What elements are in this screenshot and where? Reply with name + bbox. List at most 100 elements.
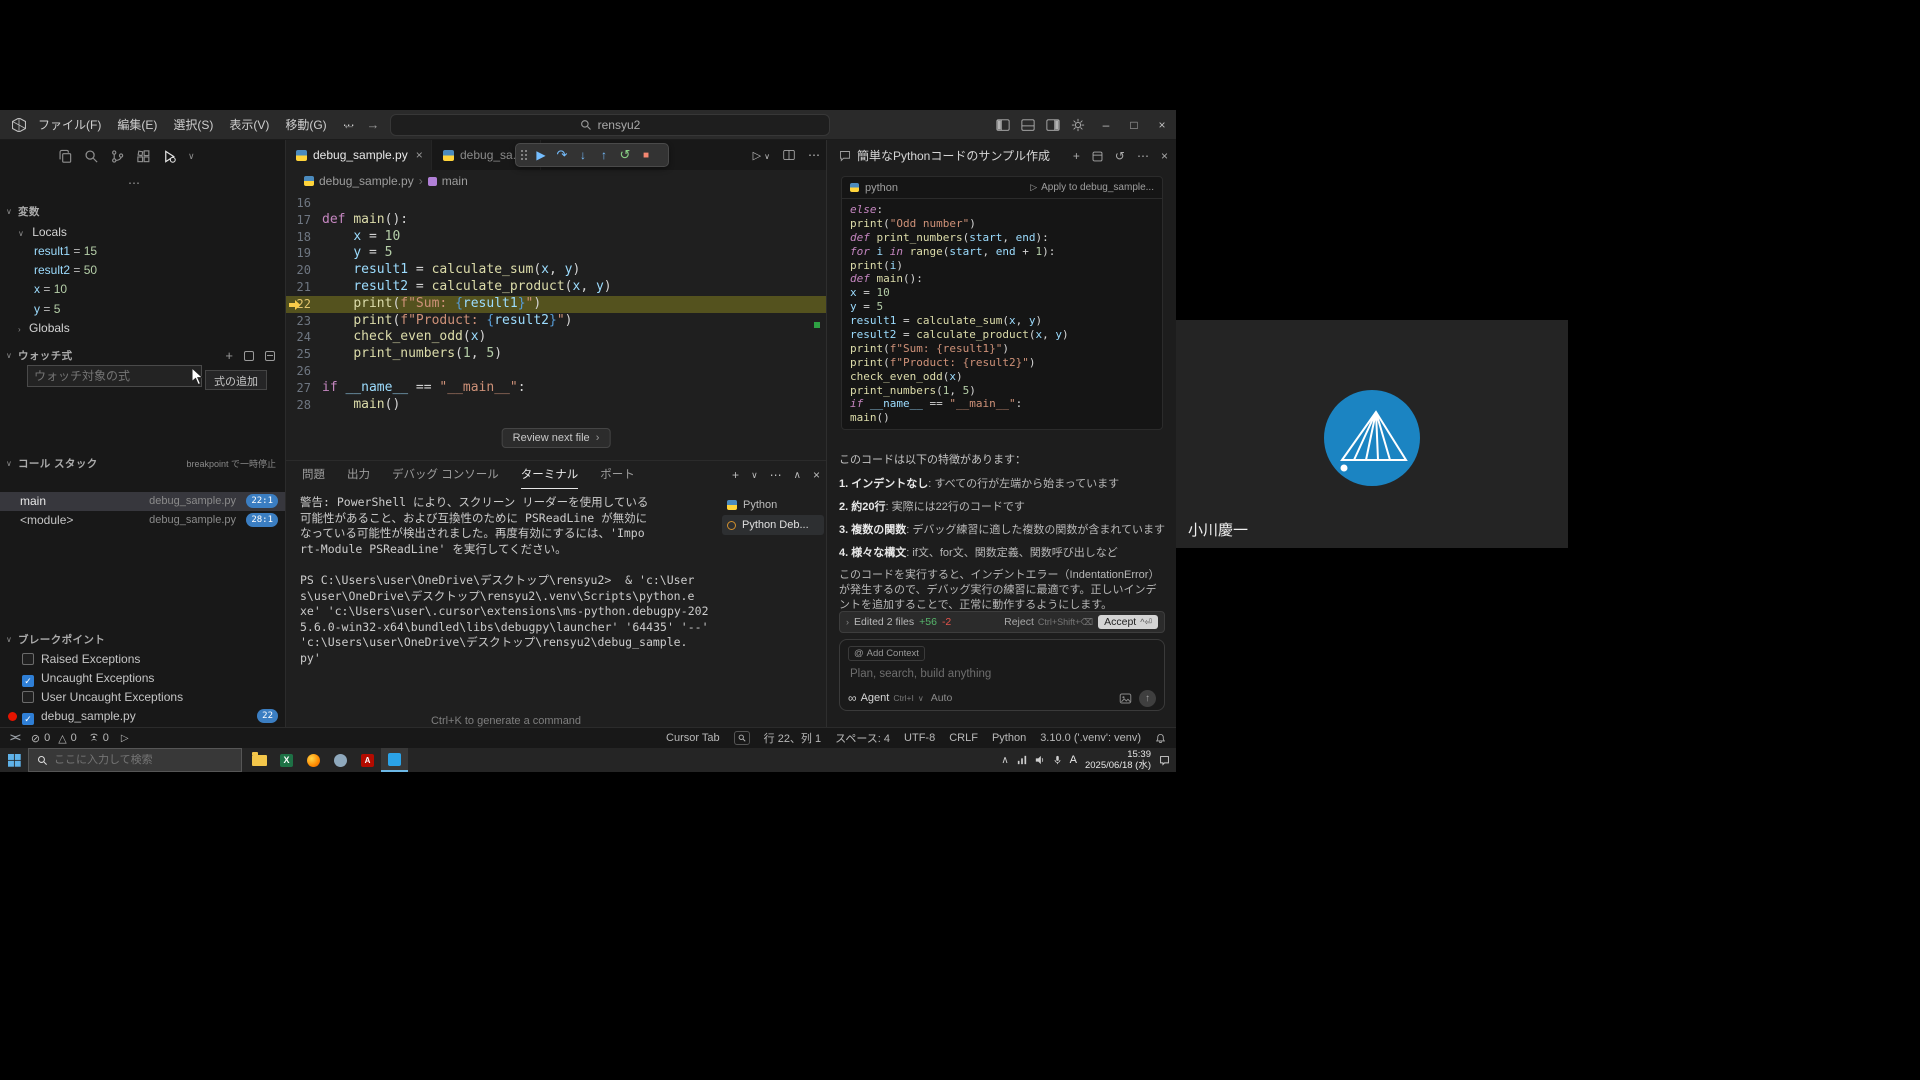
- breakpoint-row[interactable]: User Uncaught Exceptions: [0, 688, 286, 707]
- locals-scope-row[interactable]: ∨ Locals: [0, 223, 286, 242]
- debug-restart-button[interactable]: ↺: [615, 147, 635, 163]
- line-number[interactable]: 27: [286, 380, 322, 397]
- cursor-position[interactable]: 行 22、列 1: [764, 730, 821, 746]
- ai-chat-title[interactable]: 簡単なPythonコードのサンプル作成: [857, 140, 1050, 172]
- code-line[interactable]: def main():: [850, 272, 1156, 286]
- chat-input-placeholder[interactable]: Plan, search, build anything: [850, 668, 991, 680]
- run-python-file-button[interactable]: ▷ ∨: [753, 149, 770, 162]
- code-line[interactable]: 18 x = 10: [286, 229, 826, 246]
- run-and-debug-icon[interactable]: [162, 149, 177, 164]
- breakpoint-checkbox[interactable]: ✓: [22, 713, 34, 725]
- collapse-all-icon[interactable]: [244, 351, 254, 361]
- code-line[interactable]: print_numbers(1, 5): [850, 384, 1156, 398]
- debug-continue-button[interactable]: ▶: [531, 148, 551, 162]
- breadcrumb[interactable]: debug_sample.py › main: [286, 170, 826, 192]
- tray-expand-icon[interactable]: ∧: [1001, 755, 1008, 766]
- nav-forward-icon[interactable]: →: [362, 115, 384, 135]
- editor-tab-active[interactable]: debug_sample.py ×: [286, 140, 432, 170]
- line-number[interactable]: 23: [286, 313, 322, 330]
- call-stack-section-header[interactable]: ∨ コール スタック breakpoint で一時停止: [0, 456, 286, 472]
- minimize-button[interactable]: –: [1092, 110, 1120, 140]
- debug-stop-button[interactable]: ■: [636, 150, 656, 161]
- code-line[interactable]: main(): [850, 411, 1156, 425]
- agent-mode-selector[interactable]: ∞ Agent Ctrl+I ∨: [848, 691, 924, 705]
- tab-terminal[interactable]: ターミナル: [521, 462, 579, 489]
- expand-icon[interactable]: ›: [846, 617, 849, 627]
- taskbar-search[interactable]: [28, 748, 242, 772]
- mic-icon[interactable]: [1053, 755, 1062, 765]
- variable-row[interactable]: x = 10: [0, 280, 286, 299]
- code-line[interactable]: 24 check_even_odd(x): [286, 329, 826, 346]
- cursor-tab-indicator[interactable]: Cursor Tab: [666, 732, 720, 744]
- breakpoint-row[interactable]: Raised Exceptions: [0, 650, 286, 669]
- debug-step-into-button[interactable]: ↓: [573, 148, 593, 162]
- taskbar-clock[interactable]: 15:39 2025/06/18 (水): [1085, 749, 1151, 771]
- firefox-icon[interactable]: [300, 748, 327, 772]
- tab-close-icon[interactable]: ×: [416, 148, 423, 162]
- chat-input-box[interactable]: @ Add Context Plan, search, build anythi…: [839, 639, 1165, 711]
- code-line[interactable]: result1 = calculate_sum(x, y): [850, 314, 1156, 328]
- tab-debug-console[interactable]: デバッグ コンソール: [392, 462, 499, 488]
- menu-edit[interactable]: 編集(E): [109, 110, 165, 140]
- notifications-bell-icon[interactable]: [1155, 733, 1166, 744]
- network-icon[interactable]: [1017, 755, 1027, 765]
- action-center-icon[interactable]: [1159, 755, 1170, 766]
- source-control-icon[interactable]: [110, 149, 125, 164]
- section-more-icon[interactable]: [265, 351, 275, 361]
- code-line[interactable]: 25 print_numbers(1, 5): [286, 346, 826, 363]
- breakpoint-row[interactable]: ✓debug_sample.py 22: [0, 707, 286, 726]
- panel-more-icon[interactable]: ⋯: [770, 468, 782, 482]
- code-line[interactable]: else:: [850, 203, 1156, 217]
- language-mode[interactable]: Python: [992, 732, 1026, 744]
- breakpoint-checkbox[interactable]: [22, 653, 34, 665]
- nav-back-icon[interactable]: ←: [338, 115, 360, 135]
- tab-output[interactable]: 出力: [347, 462, 370, 488]
- code-line[interactable]: 19 y = 5: [286, 245, 826, 262]
- tab-ports[interactable]: ポート: [600, 462, 635, 488]
- line-number[interactable]: 26: [286, 363, 322, 380]
- code-line[interactable]: print(f"Sum: {result1}"): [850, 342, 1156, 356]
- explorer-icon[interactable]: [58, 149, 73, 164]
- terminal-list-item-selected[interactable]: Python Deb...: [722, 515, 824, 535]
- search-view-icon[interactable]: [84, 149, 99, 164]
- split-editor-icon[interactable]: [783, 149, 795, 161]
- terminal-list-item[interactable]: Python: [722, 495, 824, 515]
- menu-file[interactable]: ファイル(F): [30, 110, 109, 140]
- taskbar-search-input[interactable]: [54, 754, 224, 766]
- line-number[interactable]: 21: [286, 279, 322, 296]
- variables-section-header[interactable]: ∨ 変数: [0, 204, 286, 220]
- code-line[interactable]: if __name__ == "__main__":: [850, 397, 1156, 411]
- python-interpreter[interactable]: 3.10.0 ('.venv': venv): [1040, 732, 1141, 744]
- history-icon[interactable]: ↺: [1115, 149, 1125, 163]
- breakpoints-section-header[interactable]: ∨ ブレークポイント: [0, 632, 286, 648]
- model-selector[interactable]: Auto: [931, 692, 953, 704]
- code-line[interactable]: 20 result1 = calculate_sum(x, y): [286, 262, 826, 279]
- terminal-profile-chevron-icon[interactable]: ∨: [751, 470, 758, 481]
- line-number[interactable]: 19: [286, 245, 322, 262]
- ai-close-icon[interactable]: ×: [1161, 149, 1168, 163]
- maximize-button[interactable]: □: [1120, 110, 1148, 140]
- encoding[interactable]: UTF-8: [904, 732, 935, 744]
- reject-button[interactable]: Reject Ctrl+Shift+⌫: [1004, 616, 1093, 628]
- adobe-reader-icon[interactable]: A: [354, 748, 381, 772]
- accept-button[interactable]: Accept ^⏎: [1098, 615, 1158, 629]
- new-terminal-icon[interactable]: +: [732, 468, 739, 482]
- variable-row[interactable]: result1 = 15: [0, 242, 286, 261]
- errors-warnings[interactable]: ⊘0 △0: [31, 732, 77, 745]
- code-line[interactable]: y = 5: [850, 300, 1156, 314]
- speaker-icon[interactable]: [1035, 755, 1045, 765]
- settings-gear-icon[interactable]: [1071, 118, 1085, 132]
- line-number[interactable]: 17: [286, 212, 322, 229]
- code-line[interactable]: x = 10: [850, 286, 1156, 300]
- terminal-output[interactable]: 警告: PowerShell により、スクリーン リーダーを使用している可能性が…: [300, 495, 720, 667]
- menu-view[interactable]: 表示(V): [221, 110, 277, 140]
- code-line[interactable]: 26: [286, 363, 826, 380]
- remote-indicator[interactable]: ><: [10, 732, 19, 744]
- vscode-taskbar-icon[interactable]: [381, 748, 408, 772]
- send-button[interactable]: ↑: [1139, 690, 1156, 707]
- start-button[interactable]: [8, 754, 21, 767]
- line-number[interactable]: 20: [286, 262, 322, 279]
- ai-code-content[interactable]: else:print("Odd number")def print_number…: [842, 199, 1162, 429]
- debug-session-icon[interactable]: ▷: [121, 733, 129, 744]
- eol-sequence[interactable]: CRLF: [949, 732, 978, 744]
